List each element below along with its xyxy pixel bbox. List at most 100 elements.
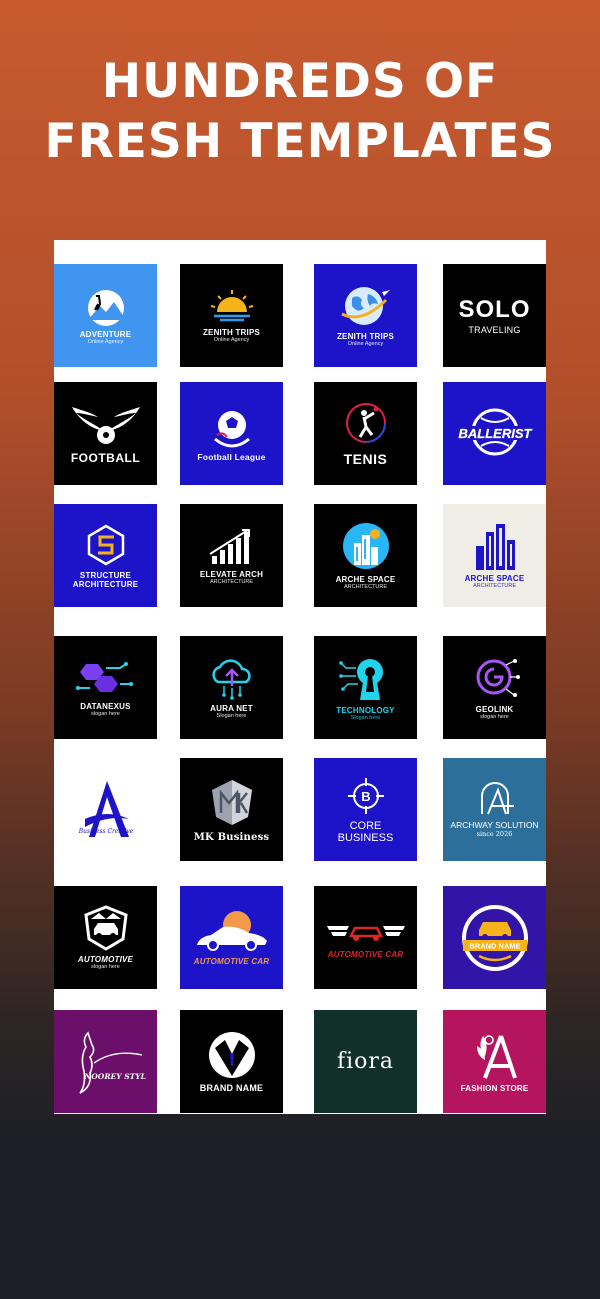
template-title: TENIS <box>343 450 388 467</box>
template-title: BALLERIST <box>458 426 532 441</box>
flora-script-icon: fiora <box>336 1049 395 1074</box>
mk-shield-icon <box>211 780 252 825</box>
arch-a-icon <box>480 781 514 814</box>
template-title: ARCHE SPACE <box>464 573 525 583</box>
template-title: TECHNOLOGY <box>336 705 395 715</box>
template-subtitle: ARCHITECTURE <box>72 579 139 589</box>
template-title: ARCHE SPACE <box>335 574 396 584</box>
template-tile-structure-architecture[interactable]: STRUCTURE ARCHITECTURE <box>54 504 157 607</box>
letter-a-icon: Business Creative <box>77 780 133 837</box>
template-tile-archway-solution[interactable]: ARCHWAY SOLUTION since 2026 <box>443 758 546 861</box>
keyhole-circuit-icon <box>338 658 383 700</box>
blue-buildings-icon <box>475 523 515 570</box>
template-title: Business Creative <box>77 828 133 835</box>
geo-ring-icon <box>476 658 520 697</box>
template-title: BRAND NAME <box>469 941 520 950</box>
rising-bars-icon <box>208 528 250 564</box>
template-subtitle: Slogan here <box>216 712 247 719</box>
headline-line-1: HUNDREDS OF <box>101 54 499 109</box>
template-title: Football League <box>197 452 266 462</box>
hexagon-s-icon <box>87 524 124 565</box>
globe-plane-icon <box>340 286 390 325</box>
car-shield-icon <box>83 904 128 951</box>
template-title: MK Business <box>193 832 270 843</box>
winged-ball-icon <box>71 406 140 444</box>
template-tile-aura-net[interactable]: AURA NET Slogan here <box>180 636 283 739</box>
winged-car-icon <box>326 926 405 941</box>
template-tile-automotive-car[interactable]: AUTOMOTIVE CAR <box>180 886 283 989</box>
tuxedo-icon <box>208 1032 255 1078</box>
template-title: ELEVATE ARCH <box>199 569 264 579</box>
template-tile-football[interactable]: FOOTBALL <box>54 382 157 485</box>
sunrise-icon <box>210 289 253 321</box>
template-title: NOOREY STYLE <box>83 1072 146 1081</box>
template-subtitle: slogan here <box>91 710 120 717</box>
hiker-mountain-icon <box>87 289 126 326</box>
template-title: AURA NET <box>210 703 253 713</box>
soccer-ball-icon <box>213 411 250 448</box>
tennis-player-icon <box>345 402 386 443</box>
svg-text:B: B <box>361 789 370 804</box>
template-title: DATANEXUS <box>80 701 131 711</box>
template-tile-geolink[interactable]: GEOLINK slogan here <box>443 636 546 739</box>
woman-silhouette-icon: NOOREY STYLE <box>78 1031 146 1094</box>
template-tile-tenis[interactable]: TENIS <box>314 382 417 485</box>
template-tile-business-creative[interactable]: Business Creative <box>54 758 157 861</box>
template-title: STRUCTURE <box>79 570 132 580</box>
template-tile-zenith-trips[interactable]: ZENITH TRIPS Online Agency <box>180 264 283 367</box>
template-title: ARCHWAY SOLUTION <box>450 819 539 830</box>
template-tile-automotive[interactable]: AUTOMOTIVE slogan here <box>54 886 157 989</box>
target-b-icon: B <box>347 777 384 814</box>
solo-wordmark-icon: SOLO <box>458 296 531 323</box>
template-tile-automotive-car-wings[interactable]: AUTOMOTIVE CAR <box>314 886 417 989</box>
template-gallery: ADVENTURE Online Agency ZENITH TRIPS Onl… <box>54 240 546 1114</box>
template-tile-ballerist[interactable]: BALLERIST <box>443 382 546 485</box>
template-tile-mk-business[interactable]: MK Business <box>180 758 283 861</box>
template-tile-adventure[interactable]: ADVENTURE Online Agency <box>54 264 157 367</box>
fashion-a-icon <box>476 1035 517 1079</box>
template-subtitle: slogan here <box>91 963 120 970</box>
template-tile-fashion-store[interactable]: FASHION STORE <box>443 1010 546 1113</box>
template-subtitle: BUSINESS <box>337 831 394 844</box>
ballerist-badge-icon: BALLERIST <box>458 408 532 455</box>
template-title: ZENITH TRIPS <box>336 331 395 341</box>
template-tile-zenith-trips-globe[interactable]: ZENITH TRIPS Online Agency <box>314 264 417 367</box>
template-title: ADVENTURE <box>79 329 132 339</box>
template-subtitle: slogan here <box>480 713 509 720</box>
template-tile-noorey-style[interactable]: NOOREY STYLE <box>54 1010 157 1113</box>
template-tile-fiora[interactable]: fiora <box>314 1010 417 1113</box>
template-subtitle: Online Agency <box>87 338 124 345</box>
buildings-circle-icon <box>342 522 389 569</box>
template-subtitle: since 2026 <box>476 829 513 838</box>
headline-line-2: FRESH TEMPLATES <box>44 114 556 169</box>
template-title: FASHION STORE <box>460 1084 529 1093</box>
template-tile-datanexus[interactable]: DATANEXUS slogan here <box>54 636 157 739</box>
template-subtitle: Slogan here <box>350 714 381 721</box>
cloud-circuit-icon <box>211 658 251 700</box>
template-tile-technology[interactable]: TECHNOLOGY Slogan here <box>314 636 417 739</box>
template-tile-arche-space[interactable]: ARCHE SPACE ARCHITECTURE <box>314 504 417 607</box>
template-subtitle: Online Agency <box>347 340 384 347</box>
template-tile-core-business[interactable]: B CORE BUSINESS <box>314 758 417 861</box>
template-title: ZENITH TRIPS <box>202 327 261 337</box>
template-title: AUTOMOTIVE <box>77 954 134 964</box>
template-title: AUTOMOTIVE CAR <box>193 957 270 966</box>
template-title: BRAND NAME <box>199 1083 264 1093</box>
hex-circuit-icon <box>75 661 133 692</box>
template-subtitle: Online Agency <box>213 336 250 343</box>
template-tile-solo[interactable]: SOLO TRAVELING <box>443 264 546 367</box>
sports-car-icon <box>196 911 267 951</box>
template-subtitle: ARCHITECTURE <box>472 582 517 589</box>
template-subtitle: ARCHITECTURE <box>209 578 254 585</box>
headline: HUNDREDS OF FRESH TEMPLATES <box>0 52 600 172</box>
template-tile-arche-space-light[interactable]: ARCHE SPACE ARCHITECTURE <box>443 504 546 607</box>
template-tile-brand-name-car[interactable]: BRAND NAME <box>443 886 546 989</box>
template-title: AUTOMOTIVE CAR <box>327 950 404 959</box>
template-title: GEOLINK <box>475 704 514 714</box>
template-tile-football-league[interactable]: Football League <box>180 382 283 485</box>
template-tile-elevate-arch[interactable]: ELEVATE ARCH ARCHITECTURE <box>180 504 283 607</box>
template-tile-brand-name-tuxedo[interactable]: BRAND NAME <box>180 1010 283 1113</box>
template-subtitle: TRAVELING <box>468 325 521 335</box>
template-title: FOOTBALL <box>70 450 141 465</box>
template-subtitle: ARCHITECTURE <box>343 583 388 590</box>
